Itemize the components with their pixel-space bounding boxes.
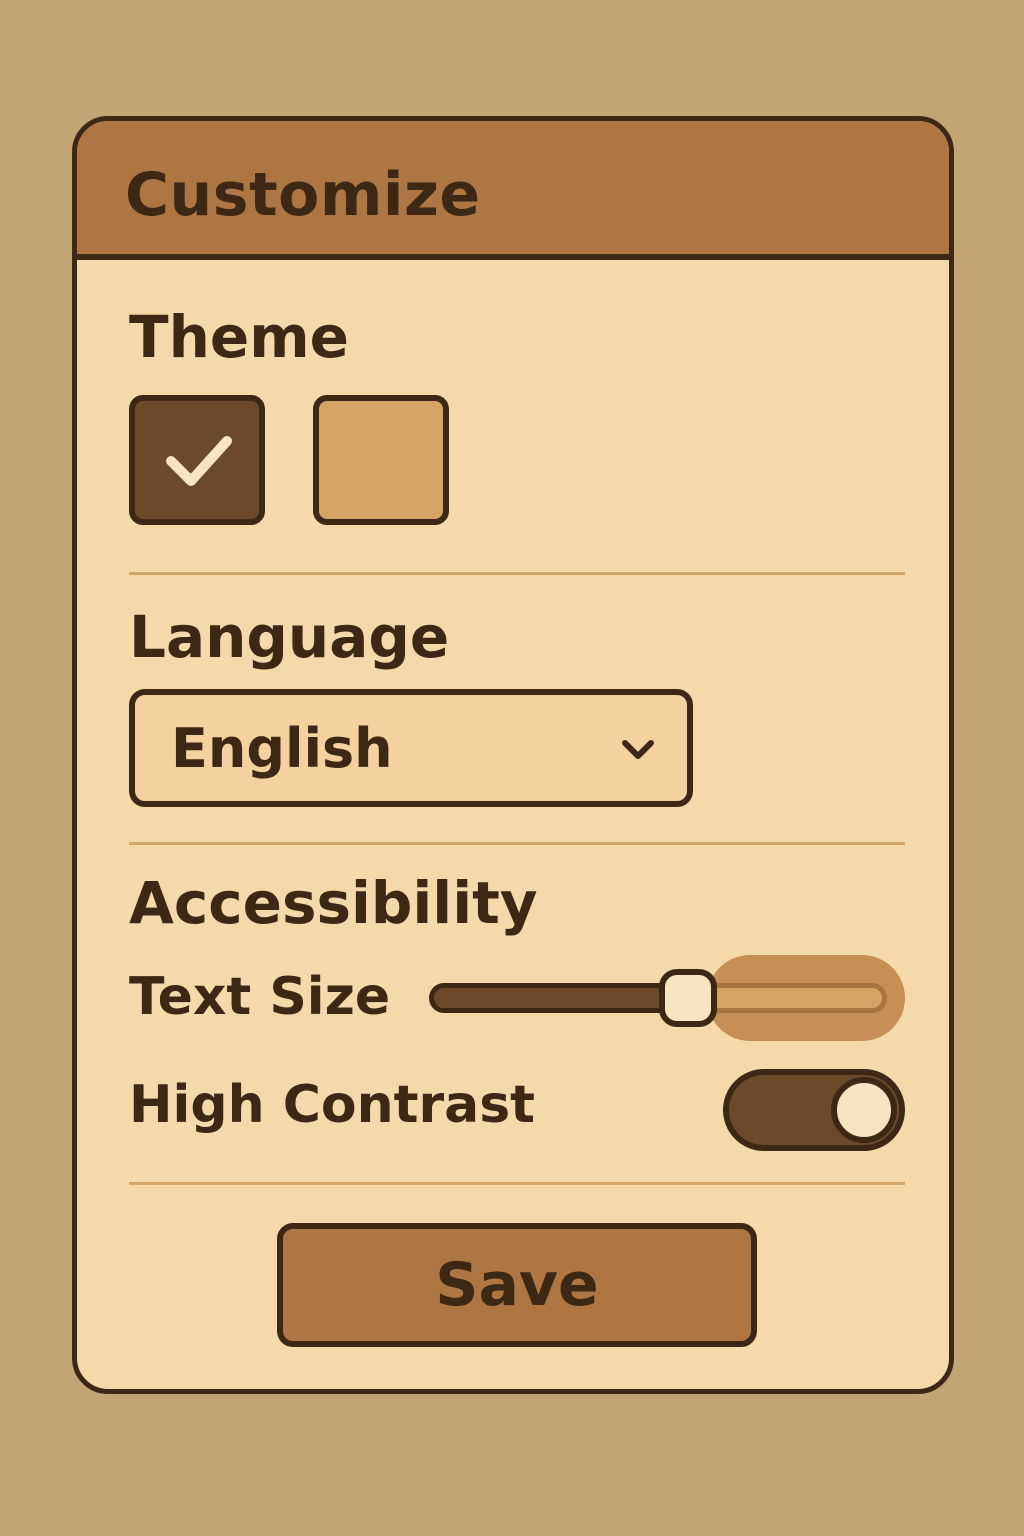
check-icon bbox=[166, 436, 232, 486]
theme-swatch-dark[interactable] bbox=[129, 395, 265, 525]
save-button-label: Save bbox=[435, 1250, 599, 1320]
accessibility-section-title: Accessibility bbox=[129, 869, 538, 937]
high-contrast-toggle[interactable] bbox=[723, 1069, 905, 1151]
toggle-knob bbox=[831, 1077, 897, 1143]
section-divider bbox=[129, 1182, 905, 1185]
section-divider bbox=[129, 842, 905, 845]
panel-header: Customize bbox=[77, 121, 949, 260]
section-divider bbox=[129, 572, 905, 575]
language-select-value: English bbox=[171, 717, 393, 780]
customize-panel: Customize Theme Language English Accessi… bbox=[72, 116, 954, 1394]
high-contrast-label: High Contrast bbox=[129, 1075, 535, 1135]
chevron-down-icon bbox=[622, 740, 654, 759]
text-size-label: Text Size bbox=[129, 967, 391, 1027]
text-size-slider[interactable] bbox=[429, 955, 905, 1041]
language-section-title: Language bbox=[129, 603, 450, 671]
save-button[interactable]: Save bbox=[277, 1223, 757, 1347]
panel-title: Customize bbox=[125, 160, 481, 230]
slider-thumb[interactable] bbox=[659, 969, 717, 1027]
theme-section-title: Theme bbox=[129, 303, 349, 371]
theme-swatch-light[interactable] bbox=[313, 395, 449, 525]
language-select[interactable]: English bbox=[129, 689, 693, 807]
